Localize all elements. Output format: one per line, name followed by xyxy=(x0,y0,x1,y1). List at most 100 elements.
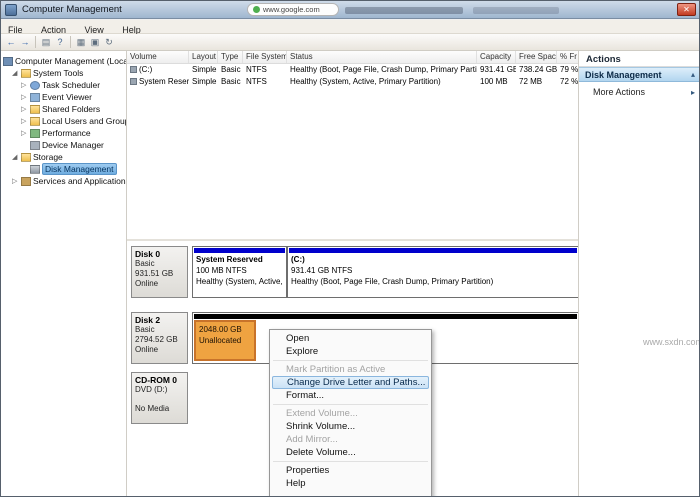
expander-icon[interactable]: ▷ xyxy=(12,177,19,185)
column-header-volume[interactable]: Volume xyxy=(127,51,189,63)
close-button[interactable]: ✕ xyxy=(677,3,696,16)
menu-item-help[interactable]: Help xyxy=(272,477,429,490)
unallocated-size: 2048.00 GB xyxy=(199,325,242,334)
disk-name: Disk 2 xyxy=(135,315,161,325)
actions-panel-title: Actions xyxy=(586,54,621,65)
disk-properties-icon[interactable]: ▣ xyxy=(88,36,102,49)
menu-item-shrink-volume[interactable]: Shrink Volume... xyxy=(272,420,429,433)
menu-item-properties[interactable]: Properties xyxy=(272,464,429,477)
back-arrow-icon[interactable]: ← xyxy=(4,36,18,49)
sidebar-item-device-manager[interactable]: Device Manager xyxy=(1,139,126,151)
disk0-header[interactable]: Disk 0 Basic 931.51 GB Online xyxy=(131,246,188,298)
app-icon xyxy=(5,4,17,16)
actions-item-label: Disk Management xyxy=(585,69,662,80)
menu-item-add-mirror: Add Mirror... xyxy=(286,434,338,445)
partition-size: 931.41 GB NTFS xyxy=(291,266,353,275)
drive-letter: DVD (D:) xyxy=(135,385,168,394)
actions-disk-management[interactable]: Disk Management ▴ xyxy=(579,67,699,82)
volume-list-header: Volume Layout Type File System Status Ca… xyxy=(127,51,578,64)
computer-management-window: Computer Management www.google.com ✕ Fil… xyxy=(0,0,700,497)
sidebar-item-performance[interactable]: ▷ Performance xyxy=(1,127,126,139)
sidebar-item-services-applications[interactable]: ▷ Services and Applications xyxy=(1,175,126,187)
forward-arrow-icon[interactable]: → xyxy=(18,36,32,49)
sidebar-item-label: Storage xyxy=(33,152,63,162)
menu-item-change-drive-letter[interactable]: Change Drive Letter and Paths... xyxy=(272,376,429,389)
console-tree-panel: Computer Management (Local ◢ System Tool… xyxy=(1,51,127,496)
sidebar-item-shared-folders[interactable]: ▷ Shared Folders xyxy=(1,103,126,115)
column-header-filesystem[interactable]: File System xyxy=(243,51,287,63)
table-row[interactable]: System Reserved Simple Basic NTFS Health… xyxy=(127,76,579,88)
disk-name: CD-ROM 0 xyxy=(135,375,178,385)
actions-more-actions[interactable]: More Actions ▸ xyxy=(579,85,699,99)
expander-icon[interactable]: ▷ xyxy=(21,117,28,125)
chevron-right-icon[interactable]: ▸ xyxy=(691,88,695,97)
cdrom-header[interactable]: CD-ROM 0 DVD (D:) No Media xyxy=(131,372,188,424)
shared-folder-icon xyxy=(30,104,40,114)
column-header-capacity[interactable]: Capacity xyxy=(477,51,516,63)
sidebar-item-label: Local Users and Groups xyxy=(42,116,127,126)
selected-unallocated-region[interactable]: 2048.00 GB Unallocated xyxy=(194,320,256,361)
console-tree-icon[interactable]: ▤ xyxy=(39,36,53,49)
unallocated-label: Unallocated xyxy=(199,336,242,345)
cell-status: Healthy (Boot, Page File, Crash Dump, Pr… xyxy=(290,65,477,74)
table-row[interactable]: (C:) Simple Basic NTFS Healthy (Boot, Pa… xyxy=(127,64,578,76)
media-status: No Media xyxy=(135,404,170,413)
sidebar-item-disk-management[interactable]: Disk Management xyxy=(1,163,126,175)
column-header-status[interactable]: Status xyxy=(287,51,477,63)
disk-name: Disk 0 xyxy=(135,249,161,259)
expander-icon[interactable]: ▷ xyxy=(21,93,28,101)
sidebar-item-label: Device Manager xyxy=(42,140,104,150)
menu-item-explore[interactable]: Explore xyxy=(272,345,429,358)
performance-icon xyxy=(30,128,40,138)
primary-partition-strip xyxy=(289,248,577,253)
expander-icon[interactable]: ▷ xyxy=(21,81,28,89)
expander-icon[interactable]: ◢ xyxy=(12,153,19,161)
cell-filesystem: NTFS xyxy=(246,77,267,86)
expander-icon[interactable]: ◢ xyxy=(12,69,19,77)
users-folder-icon xyxy=(30,116,40,126)
disk0-row: Disk 0 Basic 931.51 GB Online System Res… xyxy=(131,246,578,298)
folder-icon xyxy=(21,68,31,78)
refresh-icon[interactable]: ↻ xyxy=(102,36,116,49)
disk-status: Online xyxy=(135,345,159,354)
menu-item-delete-volume[interactable]: Delete Volume... xyxy=(272,446,429,459)
cell-type: Basic xyxy=(221,65,241,74)
sidebar-item-local-users-groups[interactable]: ▷ Local Users and Groups xyxy=(1,115,127,127)
disk-type: Basic xyxy=(135,259,155,268)
sidebar-item-label: Computer Management (Local xyxy=(15,56,127,66)
sidebar-item-storage[interactable]: ◢ Storage xyxy=(1,151,126,163)
cell-capacity: 931.41 GB xyxy=(480,65,516,74)
menu-item-format[interactable]: Format... xyxy=(272,389,429,402)
sidebar-item-event-viewer[interactable]: ▷ Event Viewer xyxy=(1,91,126,103)
column-header-layout[interactable]: Layout xyxy=(189,51,218,63)
toolbar-separator xyxy=(35,36,36,48)
menubar: File Action View Help xyxy=(1,20,699,50)
column-header-percent-free[interactable]: % Fr xyxy=(557,51,578,63)
partition-title: System Reserved xyxy=(196,255,263,264)
partition-c-drive[interactable]: (C:) 931.41 GB NTFS Healthy (Boot, Page … xyxy=(287,246,578,298)
partition-system-reserved[interactable]: System Reserved 100 MB NTFS Healthy (Sys… xyxy=(192,246,287,298)
menu-item-open[interactable]: Open xyxy=(272,332,429,345)
volume-icon xyxy=(130,66,137,73)
menu-item-extend-volume: Extend Volume... xyxy=(286,408,358,419)
column-header-type[interactable]: Type xyxy=(218,51,243,63)
sidebar-item-label: Performance xyxy=(42,128,91,138)
disk-type: Basic xyxy=(135,325,155,334)
context-menu: Open Explore Mark Partition as Active Ch… xyxy=(269,329,432,496)
column-header-freespace[interactable]: Free Space xyxy=(516,51,557,63)
panes-icon[interactable]: ▦ xyxy=(74,36,88,49)
expander-icon[interactable]: ▷ xyxy=(21,129,28,137)
chevron-up-icon[interactable]: ▴ xyxy=(691,70,695,79)
cell-percent-free: 72 % xyxy=(560,77,579,86)
sidebar-item-task-scheduler[interactable]: ▷ Task Scheduler xyxy=(1,79,126,91)
sidebar-item-system-tools[interactable]: ◢ System Tools xyxy=(1,67,126,79)
sidebar-item-label: System Tools xyxy=(33,68,84,78)
cell-volume: (C:) xyxy=(127,64,189,76)
disk2-header[interactable]: Disk 2 Basic 2794.52 GB Online xyxy=(131,312,188,364)
toolbar-separator xyxy=(70,36,71,48)
expander-icon[interactable]: ▷ xyxy=(21,105,28,113)
device-manager-icon xyxy=(30,140,40,150)
sidebar-item-computer-management[interactable]: Computer Management (Local xyxy=(1,55,127,67)
cell-type: Basic xyxy=(221,77,241,86)
help-icon[interactable]: ? xyxy=(53,36,67,49)
